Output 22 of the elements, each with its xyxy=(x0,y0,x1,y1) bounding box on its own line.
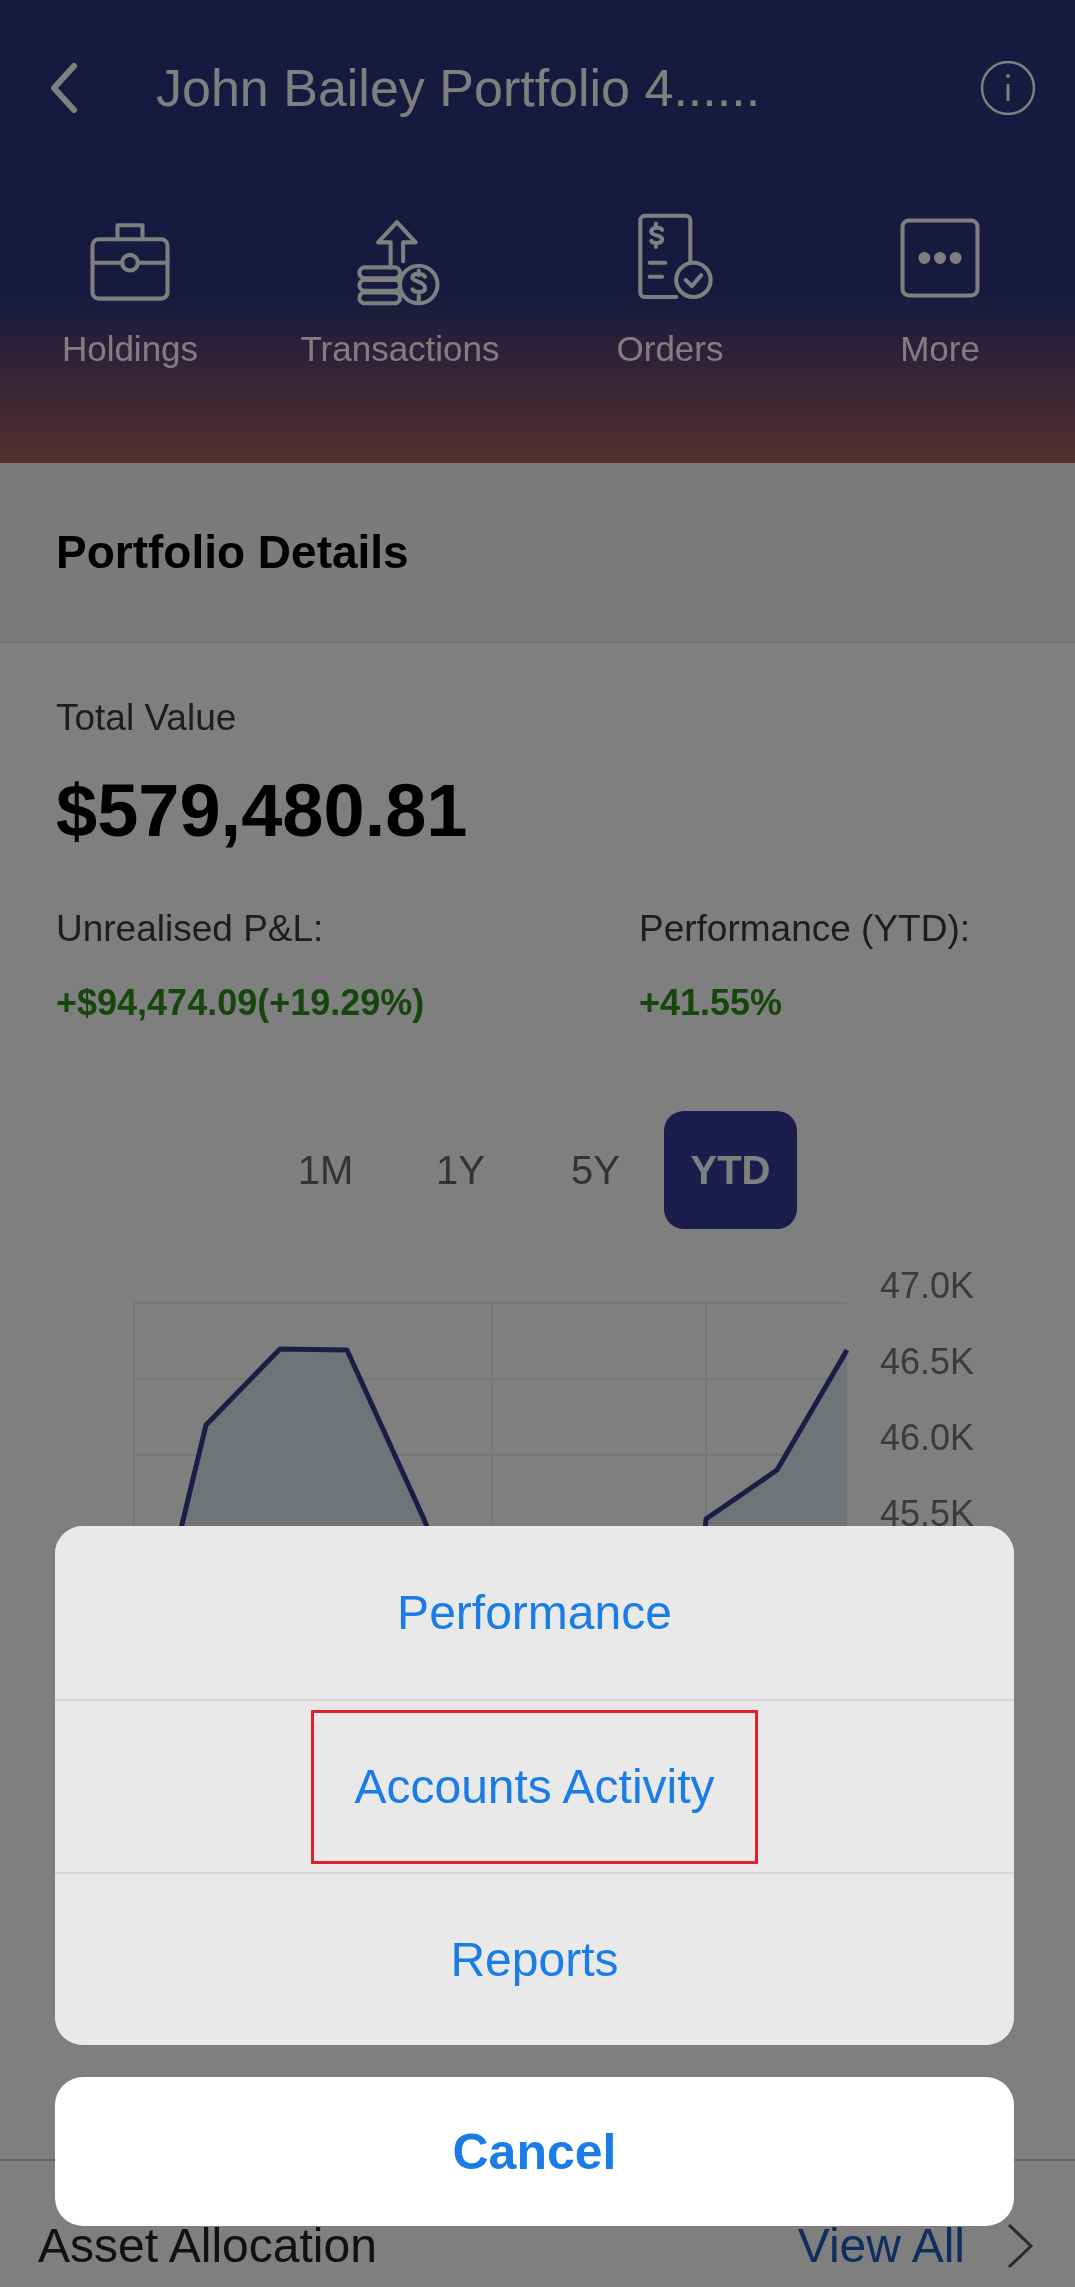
range-tab[interactable]: 5Y xyxy=(529,1111,662,1229)
axis-label: 46.0K xyxy=(880,1416,975,1458)
nav-button[interactable]: Orders xyxy=(535,208,805,370)
metric-value: +41.55% xyxy=(639,981,784,1025)
nav-button[interactable]: Transactions xyxy=(265,208,535,370)
nav-button[interactable]: More xyxy=(805,208,1075,370)
nav-button[interactable]: Holdings xyxy=(0,208,265,370)
info-icon[interactable] xyxy=(979,59,1037,117)
range-tab[interactable]: 1M xyxy=(259,1111,392,1229)
page-title: John Bailey Portfolio 4...... xyxy=(156,58,762,118)
range-tab[interactable]: 1Y xyxy=(394,1111,527,1229)
range-tab[interactable]: YTD xyxy=(664,1111,797,1229)
metric-label: Unrealised P&L: xyxy=(56,907,325,951)
axis-label: 47.0K xyxy=(880,1264,975,1306)
total-value: $579,480.81 xyxy=(56,768,469,854)
axis-label: 46.5K xyxy=(880,1340,975,1382)
section-title: Portfolio Details xyxy=(56,525,409,579)
metric-value: +$94,474.09(+19.29%) xyxy=(56,981,426,1025)
total-label: Total Value xyxy=(56,696,238,740)
cancel-button[interactable]: Cancel xyxy=(55,2077,1014,2226)
metric-label: Performance (YTD): xyxy=(639,907,971,951)
menu-item[interactable]: Reports xyxy=(55,1872,1014,2045)
